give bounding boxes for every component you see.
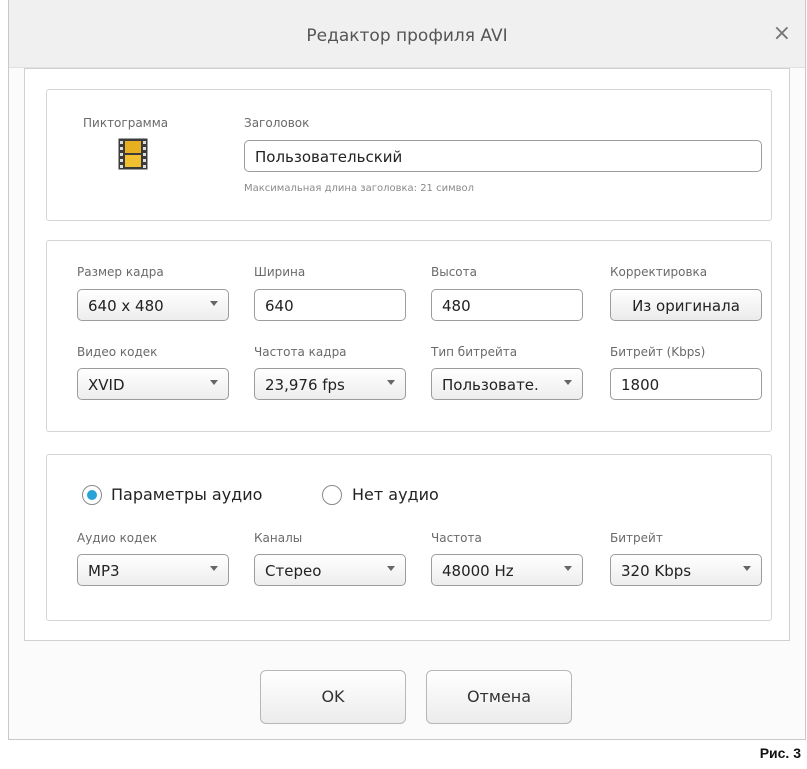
dialog-body: Пиктограмма Заголовок Пользовательский М… (24, 68, 790, 641)
audio-codec-select[interactable]: MP3 (77, 554, 229, 586)
chevron-down-icon (210, 301, 218, 306)
video-bitrate-label: Битрейт (Kbps) (610, 345, 706, 359)
framerate-label: Частота кадра (254, 345, 347, 359)
video-codec-label: Видео кодек (77, 345, 158, 359)
chevron-down-icon (387, 566, 395, 571)
title-input[interactable]: Пользовательский (244, 140, 762, 172)
audio-params-label[interactable]: Параметры аудио (111, 485, 262, 504)
audio-settings-panel: Параметры аудио Нет аудио Аудио кодек MP… (46, 454, 772, 621)
frame-size-select[interactable]: 640 x 480 (77, 289, 229, 321)
profile-header-panel: Пиктограмма Заголовок Пользовательский М… (46, 89, 772, 221)
bitrate-type-label: Тип битрейта (431, 345, 518, 359)
audio-codec-value: MP3 (88, 562, 120, 580)
frequency-value: 48000 Hz (442, 562, 514, 580)
channels-value: Стерео (265, 562, 322, 580)
audio-codec-label: Аудио кодек (77, 531, 158, 545)
bitrate-type-select[interactable]: Пользовате. (431, 368, 583, 400)
frequency-label: Частота (431, 531, 482, 545)
close-icon[interactable]: × (773, 23, 791, 45)
frame-size-value: 640 x 480 (88, 297, 164, 315)
width-input[interactable]: 640 (254, 289, 406, 321)
titlebar: Редактор профиля AVI × (9, 0, 805, 68)
chevron-down-icon (210, 566, 218, 571)
audio-bitrate-label: Битрейт (610, 531, 663, 545)
frame-size-label: Размер кадра (77, 265, 164, 279)
chevron-down-icon (210, 380, 218, 385)
video-settings-panel: Размер кадра 640 x 480 Ширина 640 Высота… (46, 240, 772, 432)
video-bitrate-input[interactable]: 1800 (610, 368, 762, 400)
frequency-select[interactable]: 48000 Hz (431, 554, 583, 586)
video-codec-value: XVID (88, 376, 125, 394)
height-input[interactable]: 480 (431, 289, 583, 321)
film-icon[interactable] (118, 138, 148, 174)
no-audio-label[interactable]: Нет аудио (352, 485, 439, 504)
channels-select[interactable]: Стерео (254, 554, 406, 586)
figure-caption: Рис. 3 (759, 745, 801, 761)
framerate-value: 23,976 fps (265, 376, 345, 394)
channels-label: Каналы (254, 531, 303, 545)
audio-bitrate-select[interactable]: 320 Kbps (610, 554, 762, 586)
framerate-select[interactable]: 23,976 fps (254, 368, 406, 400)
from-original-button[interactable]: Из оригинала (610, 289, 762, 321)
chevron-down-icon (387, 380, 395, 385)
ok-button[interactable]: OK (260, 670, 406, 724)
bitrate-type-value: Пользовате. (442, 376, 539, 394)
height-label: Высота (431, 265, 477, 279)
icon-label: Пиктограмма (83, 116, 169, 130)
avi-profile-editor-dialog: Редактор профиля AVI × Пиктограмма Загол… (8, 0, 806, 740)
chevron-down-icon (564, 566, 572, 571)
audio-bitrate-value: 320 Kbps (621, 562, 692, 580)
chevron-down-icon (743, 566, 751, 571)
correction-label: Корректировка (610, 265, 708, 279)
audio-params-radio[interactable] (82, 485, 102, 505)
video-codec-select[interactable]: XVID (77, 368, 229, 400)
window-title: Редактор профиля AVI (306, 26, 508, 46)
no-audio-radio[interactable] (322, 485, 342, 505)
width-label: Ширина (254, 265, 306, 279)
cancel-button[interactable]: Отмена (426, 670, 572, 724)
title-label: Заголовок (244, 116, 310, 130)
title-hint: Максимальная длина заголовка: 21 символ (244, 183, 475, 194)
chevron-down-icon (564, 380, 572, 385)
